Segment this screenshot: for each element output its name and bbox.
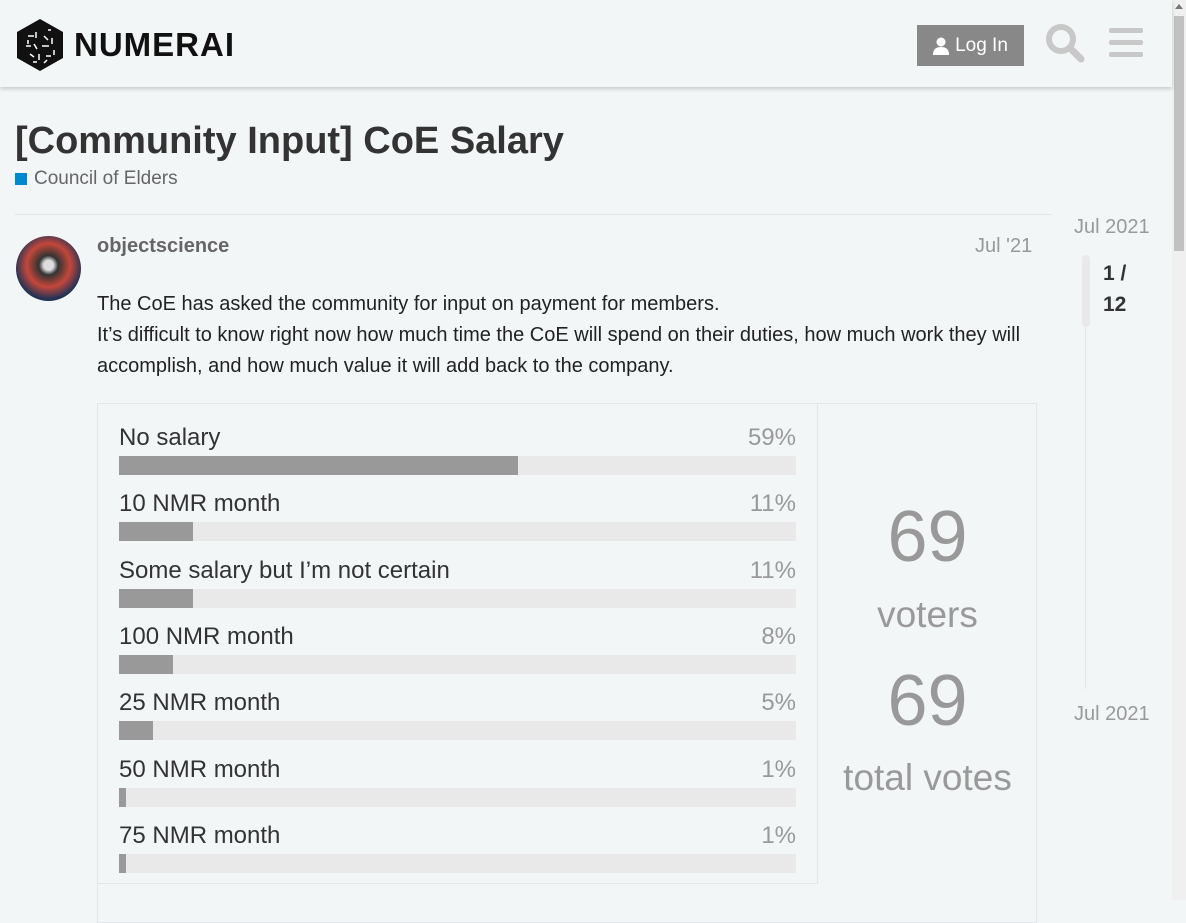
poll-bar-track — [119, 721, 796, 741]
timeline-end-date[interactable]: Jul 2021 — [1074, 703, 1150, 726]
poll-bar-track — [119, 853, 796, 873]
timeline-handle[interactable] — [1082, 255, 1090, 327]
poll-option: 50 NMR month 1% — [119, 755, 796, 807]
total-votes-label: total votes — [843, 757, 1012, 798]
poll-bar-track — [119, 787, 796, 807]
timeline-track[interactable] — [1085, 327, 1086, 689]
poll-bar-track — [119, 654, 796, 674]
poll-bar-fill — [119, 522, 194, 542]
poll-bar-track — [119, 588, 796, 608]
scroll-up-arrow-icon[interactable] — [1175, 4, 1183, 9]
scrollbar[interactable] — [1172, 0, 1186, 900]
post-body: The CoE has asked the community for inpu… — [97, 289, 1037, 382]
timeline-position: 1 /12 — [1103, 258, 1126, 320]
avatar[interactable] — [16, 236, 81, 301]
total-votes-count: 69 — [887, 661, 968, 741]
poll-bar-track — [119, 522, 796, 542]
scrollbar-thumb[interactable] — [1174, 16, 1184, 251]
poll: No salary 59% 10 NMR month 11% Some salary b… — [97, 403, 1037, 923]
voters-label: voters — [877, 594, 978, 635]
poll-option: 100 NMR month 8% — [119, 622, 796, 674]
poll-bar-fill — [119, 654, 174, 674]
post-date[interactable]: Jul '21 — [975, 235, 1032, 258]
poll-option-label: 10 NMR month — [119, 490, 281, 518]
topic-title: [Community Input] CoE Salary — [15, 120, 564, 162]
poll-option-percent: 11% — [749, 490, 796, 518]
category-label: Council of Elders — [34, 168, 178, 189]
poll-bar-fill — [119, 853, 126, 873]
poll-option: 75 NMR month 1% — [119, 821, 796, 873]
user-icon — [933, 37, 950, 55]
voters-count: 69 — [887, 497, 968, 577]
poll-options: No salary 59% 10 NMR month 11% Some salary b… — [98, 404, 818, 884]
poll-bar-track — [119, 456, 796, 475]
post-username[interactable]: objectscience — [97, 235, 229, 258]
divider — [15, 214, 1052, 215]
poll-option-percent: 11% — [749, 556, 796, 584]
poll-option-label: 50 NMR month — [119, 755, 281, 783]
poll-option-percent: 8% — [761, 622, 796, 650]
post-paragraph: It’s difficult to know right now how muc… — [97, 324, 1021, 377]
hamburger-menu-icon[interactable] — [1109, 28, 1143, 58]
poll-option: Some salary but I’m not certain 11% — [119, 556, 796, 608]
poll-option: 10 NMR month 11% — [119, 490, 796, 542]
poll-bar-fill — [119, 721, 153, 741]
poll-option-percent: 59% — [747, 424, 796, 451]
poll-option-percent: 1% — [761, 755, 796, 783]
login-label: Log In — [955, 34, 1008, 56]
category-badge — [15, 173, 27, 185]
poll-bar-fill — [119, 787, 126, 807]
poll-option-label: 75 NMR month — [119, 821, 281, 849]
post-paragraph: The CoE has asked the community for inpu… — [97, 293, 720, 315]
poll-option-label: 25 NMR month — [119, 689, 281, 717]
timeline-total: 12 — [1103, 293, 1127, 316]
poll-option: 25 NMR month 5% — [119, 689, 796, 741]
search-icon[interactable] — [1045, 23, 1085, 63]
login-button[interactable]: Log In — [917, 25, 1024, 66]
numerai-hexagon-icon — [17, 19, 63, 71]
poll-option-label: 100 NMR month — [119, 622, 294, 650]
poll-bar-fill — [119, 588, 194, 608]
timeline-current: 1 / — [1103, 262, 1127, 285]
poll-option-label: Some salary but I’m not certain — [119, 556, 450, 584]
brand-name: NUMERAI — [74, 26, 235, 63]
poll-option: No salary 59% — [119, 424, 796, 475]
timeline-start-date[interactable]: Jul 2021 — [1074, 216, 1150, 239]
poll-bar-fill — [119, 456, 519, 475]
site-header: NUMERAI Log In — [0, 0, 1172, 87]
poll-option-percent: 5% — [761, 689, 796, 717]
poll-option-label: No salary — [119, 424, 221, 451]
poll-option-percent: 1% — [761, 821, 796, 849]
numerai-logo[interactable]: NUMERAI — [16, 18, 235, 72]
category-link[interactable]: Council of Elders — [15, 168, 178, 190]
